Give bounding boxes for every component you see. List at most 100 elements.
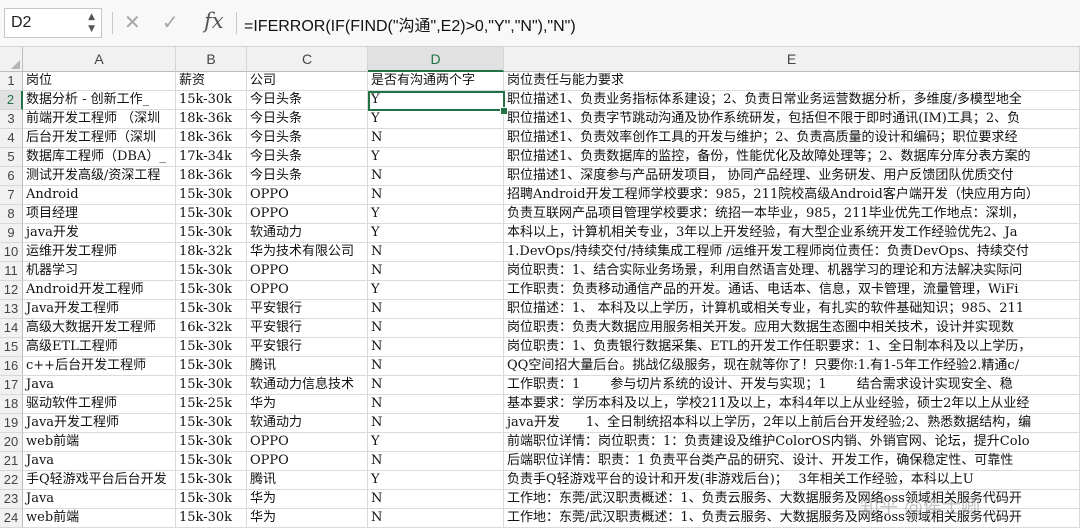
- cell-c[interactable]: 华为技术有限公司: [247, 243, 368, 262]
- cell-d[interactable]: N: [368, 319, 504, 338]
- cell-a[interactable]: Java: [23, 376, 176, 395]
- cell-e[interactable]: 工作地：东莞/武汉职责概述：1、负责云服务、大数据服务及网络oss领域相关服务代…: [504, 509, 1080, 528]
- cell-d[interactable]: N: [368, 490, 504, 509]
- cell-c[interactable]: 腾讯: [247, 357, 368, 376]
- row-header[interactable]: 23: [0, 490, 23, 509]
- cell-e[interactable]: 职位描述1、负责数据库的监控，备份，性能优化及故障处理等；2、数据库分库分表方案…: [504, 148, 1080, 167]
- cell-a[interactable]: 测试开发高级/资深工程: [23, 167, 176, 186]
- cell-b[interactable]: 15k-30k: [176, 281, 247, 300]
- cell-d[interactable]: N: [368, 376, 504, 395]
- cell-e[interactable]: 后端职位详情：职责：1 负责平台类产品的研究、设计、开发工作，确保稳定性、可靠性: [504, 452, 1080, 471]
- cell-b[interactable]: 15k-25k: [176, 395, 247, 414]
- row-header[interactable]: 17: [0, 376, 23, 395]
- column-header-e[interactable]: E: [504, 47, 1080, 72]
- fill-handle[interactable]: [500, 107, 508, 115]
- cell-a[interactable]: 项目经理: [23, 205, 176, 224]
- cell-b[interactable]: 15k-30k: [176, 300, 247, 319]
- row-header[interactable]: 21: [0, 452, 23, 471]
- row-header[interactable]: 16: [0, 357, 23, 376]
- cell-d[interactable]: N: [368, 167, 504, 186]
- row-header[interactable]: 4: [0, 129, 23, 148]
- cell-c[interactable]: OPPO: [247, 205, 368, 224]
- cell-e[interactable]: 岗位职责：1、负责银行数据采集、ETL的开发工作任职要求：1、全日制本科及以上学…: [504, 338, 1080, 357]
- cell-a[interactable]: 前端开发工程师 （深圳: [23, 110, 176, 129]
- row-header[interactable]: 7: [0, 186, 23, 205]
- cell-a[interactable]: java开发: [23, 224, 176, 243]
- cell-c[interactable]: 平安银行: [247, 338, 368, 357]
- insert-function-icon[interactable]: fx: [204, 9, 224, 33]
- cell-e[interactable]: 负责手Q轻游戏平台的设计和开发(非游戏后台)； 3年相关工作经验，本科以上U: [504, 471, 1080, 490]
- cell-d[interactable]: N: [368, 243, 504, 262]
- row-header[interactable]: 18: [0, 395, 23, 414]
- cell-b[interactable]: 18k-36k: [176, 129, 247, 148]
- row-header[interactable]: 5: [0, 148, 23, 167]
- cell-c[interactable]: 软通动力信息技术: [247, 376, 368, 395]
- cell-e[interactable]: 职位描述：1、 本科及以上学历，计算机或相关专业，有扎实的软件基础知识；985、…: [504, 300, 1080, 319]
- row-header[interactable]: 3: [0, 110, 23, 129]
- cell-c[interactable]: OPPO: [247, 262, 368, 281]
- cell-a[interactable]: Java开发工程师: [23, 414, 176, 433]
- cell-c[interactable]: 今日头条: [247, 148, 368, 167]
- cell-d[interactable]: 是否有沟通两个字: [368, 72, 504, 91]
- cell-b[interactable]: 15k-30k: [176, 357, 247, 376]
- cell-c[interactable]: OPPO: [247, 186, 368, 205]
- cell-d[interactable]: N: [368, 414, 504, 433]
- row-header[interactable]: 9: [0, 224, 23, 243]
- column-header-d[interactable]: D: [368, 47, 504, 72]
- cell-d[interactable]: N: [368, 129, 504, 148]
- row-header[interactable]: 15: [0, 338, 23, 357]
- cell-c[interactable]: 平安银行: [247, 300, 368, 319]
- cell-c[interactable]: 今日头条: [247, 110, 368, 129]
- name-box-dropdown-icon[interactable]: ▲ ▼: [88, 11, 95, 35]
- cell-b[interactable]: 18k-36k: [176, 110, 247, 129]
- cell-d[interactable]: Y: [368, 148, 504, 167]
- cell-e[interactable]: 前端职位详情：岗位职责：1：负责建设及维护ColorOS内销、外销官网、论坛，提…: [504, 433, 1080, 452]
- cell-a[interactable]: 机器学习: [23, 262, 176, 281]
- cell-d[interactable]: N: [368, 357, 504, 376]
- cell-d[interactable]: N: [368, 395, 504, 414]
- cell-e[interactable]: 职位描述1、负责字节跳动沟通及协作系统研发，包括但不限于即时通讯(IM)工具；2…: [504, 110, 1080, 129]
- cell-a[interactable]: 运维开发工程师: [23, 243, 176, 262]
- row-header[interactable]: 12: [0, 281, 23, 300]
- cancel-icon[interactable]: ✕: [124, 10, 141, 34]
- cell-c[interactable]: 今日头条: [247, 129, 368, 148]
- cell-a[interactable]: 手Q轻游戏平台后台开发: [23, 471, 176, 490]
- cell-b[interactable]: 15k-30k: [176, 490, 247, 509]
- select-all-corner[interactable]: [0, 47, 23, 72]
- row-header[interactable]: 20: [0, 433, 23, 452]
- cell-a[interactable]: 数据库工程师（DBA）_: [23, 148, 176, 167]
- cell-a[interactable]: Java开发工程师: [23, 300, 176, 319]
- cell-c[interactable]: OPPO: [247, 433, 368, 452]
- cell-b[interactable]: 15k-30k: [176, 414, 247, 433]
- cell-b[interactable]: 15k-30k: [176, 91, 247, 110]
- cell-c[interactable]: OPPO: [247, 452, 368, 471]
- cell-b[interactable]: 15k-30k: [176, 262, 247, 281]
- row-header[interactable]: 8: [0, 205, 23, 224]
- enter-check-icon[interactable]: ✓: [162, 10, 179, 34]
- cell-e[interactable]: 职位描述1、深度参与产品研发项目， 协同产品经理、业务研发、用户反馈团队优质交付: [504, 167, 1080, 186]
- cell-b[interactable]: 15k-30k: [176, 186, 247, 205]
- row-header[interactable]: 19: [0, 414, 23, 433]
- cell-a[interactable]: c++后台开发工程师: [23, 357, 176, 376]
- cell-b[interactable]: 18k-32k: [176, 243, 247, 262]
- column-header-c[interactable]: C: [247, 47, 368, 72]
- row-header[interactable]: 24: [0, 509, 23, 528]
- row-header[interactable]: 10: [0, 243, 23, 262]
- cell-e[interactable]: 工作职责：负责移动通信产品的开发。通话、电话本、信息，双卡管理，流量管理，WiF…: [504, 281, 1080, 300]
- column-header-b[interactable]: B: [176, 47, 247, 72]
- cell-c[interactable]: 今日头条: [247, 91, 368, 110]
- cell-a[interactable]: Android开发工程师: [23, 281, 176, 300]
- cell-e[interactable]: 岗位职责：负责大数据应用服务相关开发。应用大数据生态圈中相关技术，设计并实现数: [504, 319, 1080, 338]
- cell-c[interactable]: 华为: [247, 395, 368, 414]
- cell-b[interactable]: 15k-30k: [176, 205, 247, 224]
- cell-e[interactable]: 岗位责任与能力要求: [504, 72, 1080, 91]
- cell-a[interactable]: 高级ETL工程师: [23, 338, 176, 357]
- cell-e[interactable]: 工作地：东莞/武汉职责概述：1、负责云服务、大数据服务及网络oss领域相关服务代…: [504, 490, 1080, 509]
- name-box[interactable]: D2 ▲ ▼: [4, 8, 102, 38]
- cell-e[interactable]: 1.DevOps/持续交付/持续集成工程师 /运维开发工程师岗位责任：负责Dev…: [504, 243, 1080, 262]
- cell-b[interactable]: 15k-30k: [176, 224, 247, 243]
- cell-a[interactable]: 高级大数据开发工程师: [23, 319, 176, 338]
- cell-b[interactable]: 15k-30k: [176, 433, 247, 452]
- row-header[interactable]: 1: [0, 72, 23, 91]
- cell-c[interactable]: 华为: [247, 490, 368, 509]
